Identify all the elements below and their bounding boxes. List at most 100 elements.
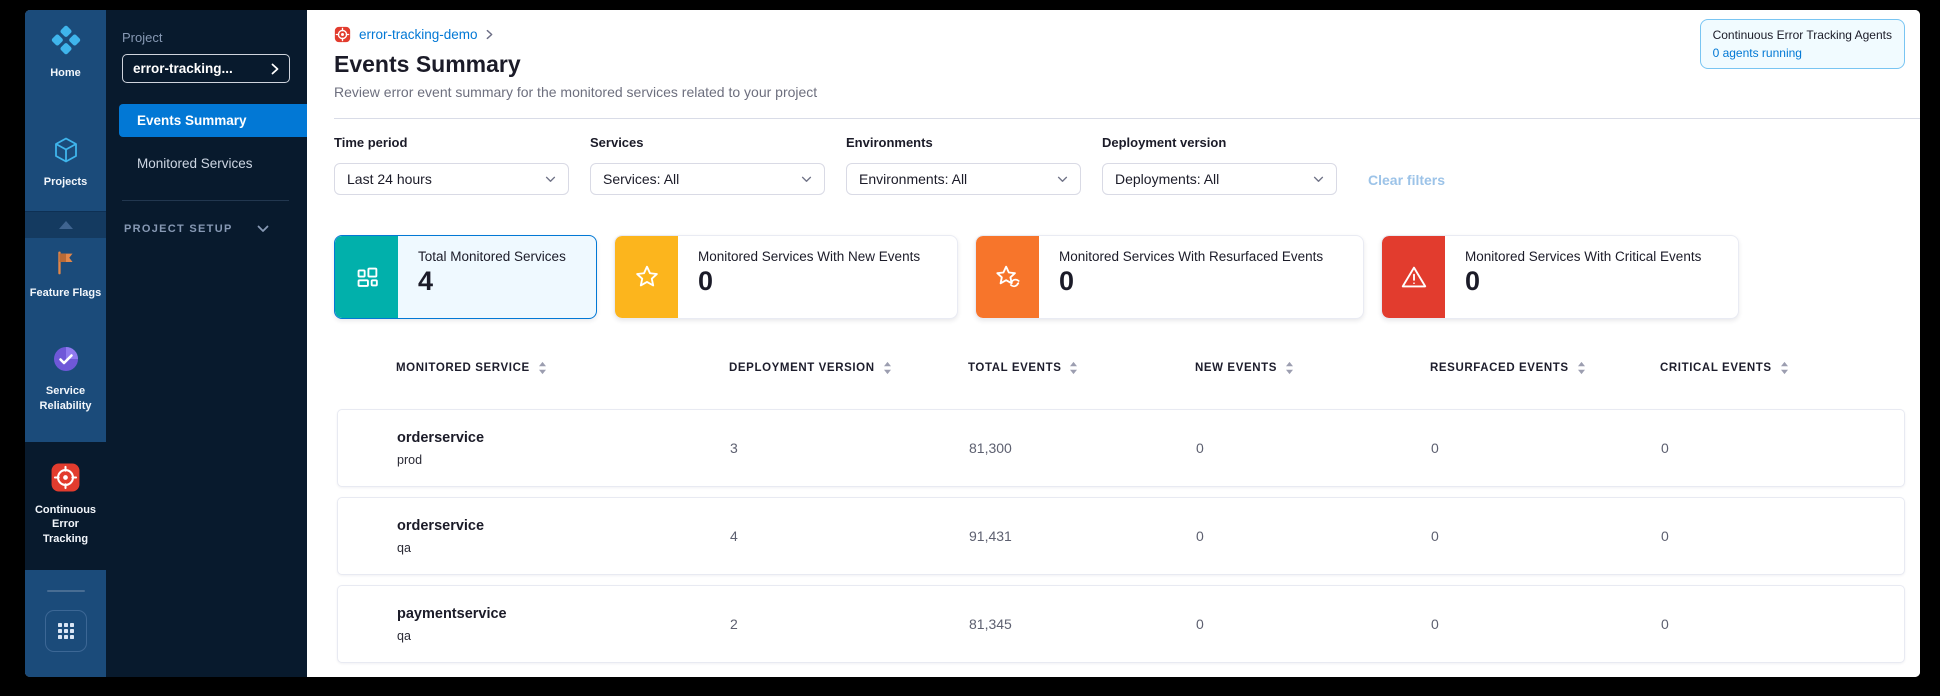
service-environment: qa xyxy=(397,541,730,555)
table-row[interactable]: paymentservice qa 2 81,345 0 0 0 xyxy=(337,585,1905,663)
rail-collapse-button[interactable] xyxy=(25,212,106,238)
rail-divider xyxy=(47,590,85,592)
rail-modules-section: Feature Flags Service Reliability xyxy=(25,212,106,442)
select-value: Environments: All xyxy=(859,171,967,187)
card-title: Monitored Services With Critical Events xyxy=(1465,249,1701,264)
rail-item-service-reliability[interactable]: Service Reliability xyxy=(25,344,106,413)
rail-bottom-section xyxy=(25,570,106,677)
critical-events-cell: 0 xyxy=(1661,616,1904,632)
rail-active-module-section: Continuous Error Tracking xyxy=(25,442,106,570)
triangle-up-icon xyxy=(59,221,73,229)
column-header-monitored-service[interactable]: MONITORED SERVICE xyxy=(396,361,729,375)
total-events-cell: 91,431 xyxy=(969,528,1196,544)
warning-triangle-icon xyxy=(1399,262,1429,292)
chevron-down-icon xyxy=(257,225,269,233)
sidebar-item-events-summary[interactable]: Events Summary xyxy=(119,104,307,137)
main-content: error-tracking-demo Events Summary Revie… xyxy=(307,10,1920,677)
clear-filters-button[interactable]: Clear filters xyxy=(1368,172,1445,188)
services-select[interactable]: Services: All xyxy=(590,163,825,195)
project-target-icon xyxy=(334,26,351,43)
deployments-select[interactable]: Deployments: All xyxy=(1102,163,1337,195)
card-total-monitored-services[interactable]: Total Monitored Services 4 xyxy=(334,235,597,319)
column-label: DEPLOYMENT VERSION xyxy=(729,362,875,374)
select-value: Services: All xyxy=(603,171,679,187)
column-header-critical-events[interactable]: CRITICAL EVENTS xyxy=(1660,361,1905,375)
card-value: 0 xyxy=(1465,266,1701,297)
project-setup-toggle[interactable]: PROJECT SETUP xyxy=(124,223,307,235)
sort-icon xyxy=(538,361,547,375)
agents-panel[interactable]: Continuous Error Tracking Agents 0 agent… xyxy=(1700,19,1905,69)
column-header-total-events[interactable]: TOTAL EVENTS xyxy=(968,361,1195,375)
rail-item-projects[interactable]: Projects xyxy=(25,135,106,189)
sort-icon xyxy=(1285,361,1294,375)
card-value: 4 xyxy=(418,266,566,297)
environments-select[interactable]: Environments: All xyxy=(846,163,1081,195)
project-setup-label: PROJECT SETUP xyxy=(124,223,233,235)
table-body: orderservice prod 3 81,300 0 0 0 orderse… xyxy=(337,409,1905,663)
sidebar-divider xyxy=(122,200,289,201)
sort-icon xyxy=(1780,361,1789,375)
module-grid-button[interactable] xyxy=(45,610,87,652)
card-title: Monitored Services With New Events xyxy=(698,249,920,264)
project-selector[interactable]: error-tracking... xyxy=(122,54,290,83)
agents-panel-title: Continuous Error Tracking Agents xyxy=(1713,28,1892,42)
sidebar-item-monitored-services[interactable]: Monitored Services xyxy=(119,147,307,180)
column-header-new-events[interactable]: NEW EVENTS xyxy=(1195,361,1430,375)
card-critical-events[interactable]: Monitored Services With Critical Events … xyxy=(1381,235,1739,319)
card-value: 0 xyxy=(698,266,920,297)
filter-time-period: Time period Last 24 hours xyxy=(334,135,569,195)
sort-icon xyxy=(1577,361,1586,375)
rail-item-feature-flags[interactable]: Feature Flags xyxy=(25,248,106,300)
service-name: orderservice xyxy=(397,518,730,534)
critical-events-cell: 0 xyxy=(1661,528,1904,544)
filter-label: Deployment version xyxy=(1102,135,1337,154)
deployment-version-cell: 2 xyxy=(730,616,969,632)
flag-icon xyxy=(52,248,80,281)
chevron-right-icon xyxy=(486,29,493,40)
rail-item-label: Service Reliability xyxy=(25,384,106,413)
filter-label: Time period xyxy=(334,135,569,154)
time-period-select[interactable]: Last 24 hours xyxy=(334,163,569,195)
card-accent xyxy=(615,236,678,318)
column-label: MONITORED SERVICE xyxy=(396,362,530,374)
column-label: CRITICAL EVENTS xyxy=(1660,362,1772,374)
new-events-cell: 0 xyxy=(1196,440,1431,456)
harness-logo-icon xyxy=(50,24,82,61)
page-subtitle: Review error event summary for the monit… xyxy=(334,84,1920,100)
card-new-events[interactable]: Monitored Services With New Events 0 xyxy=(614,235,958,319)
rail-item-label: Projects xyxy=(41,175,90,189)
rail-item-label: Home xyxy=(47,66,84,80)
card-accent xyxy=(976,236,1039,318)
filter-deployment-version: Deployment version Deployments: All xyxy=(1102,135,1337,195)
agents-running-link[interactable]: 0 agents running xyxy=(1713,46,1892,60)
deployment-version-cell: 3 xyxy=(730,440,969,456)
nav-item-label: Events Summary xyxy=(137,113,247,128)
column-header-deployment-version[interactable]: DEPLOYMENT VERSION xyxy=(729,361,968,375)
service-name: orderservice xyxy=(397,430,730,446)
deployment-version-cell: 4 xyxy=(730,528,969,544)
column-header-resurfaced-events[interactable]: RESURFACED EVENTS xyxy=(1430,361,1660,375)
rail-item-continuous-error-tracking[interactable]: Continuous Error Tracking xyxy=(25,462,106,546)
card-accent xyxy=(1382,236,1445,318)
table-row[interactable]: orderservice qa 4 91,431 0 0 0 xyxy=(337,497,1905,575)
dashboard-grid-icon xyxy=(352,262,382,292)
service-environment: qa xyxy=(397,629,730,643)
chevron-down-icon xyxy=(1313,176,1324,183)
total-events-cell: 81,345 xyxy=(969,616,1196,632)
card-resurfaced-events[interactable]: Monitored Services With Resurfaced Event… xyxy=(975,235,1364,319)
filter-environments: Environments Environments: All xyxy=(846,135,1081,195)
page-header: error-tracking-demo Events Summary Revie… xyxy=(334,10,1920,119)
rail-item-home[interactable]: Home xyxy=(25,24,106,80)
events-table: MONITORED SERVICE DEPLOYMENT VERSION TOT… xyxy=(337,347,1905,663)
critical-events-cell: 0 xyxy=(1661,440,1904,456)
module-rail: Home Projects Feature Flags xyxy=(25,10,106,677)
table-row[interactable]: orderservice prod 3 81,300 0 0 0 xyxy=(337,409,1905,487)
service-cell: orderservice prod xyxy=(397,430,730,467)
project-section-label: Project xyxy=(122,30,307,45)
error-tracking-target-icon xyxy=(50,462,81,498)
select-value: Deployments: All xyxy=(1115,171,1219,187)
breadcrumb-project-link[interactable]: error-tracking-demo xyxy=(359,27,478,42)
total-events-cell: 81,300 xyxy=(969,440,1196,456)
resurfaced-events-cell: 0 xyxy=(1431,528,1661,544)
chevron-down-icon xyxy=(1057,176,1068,183)
